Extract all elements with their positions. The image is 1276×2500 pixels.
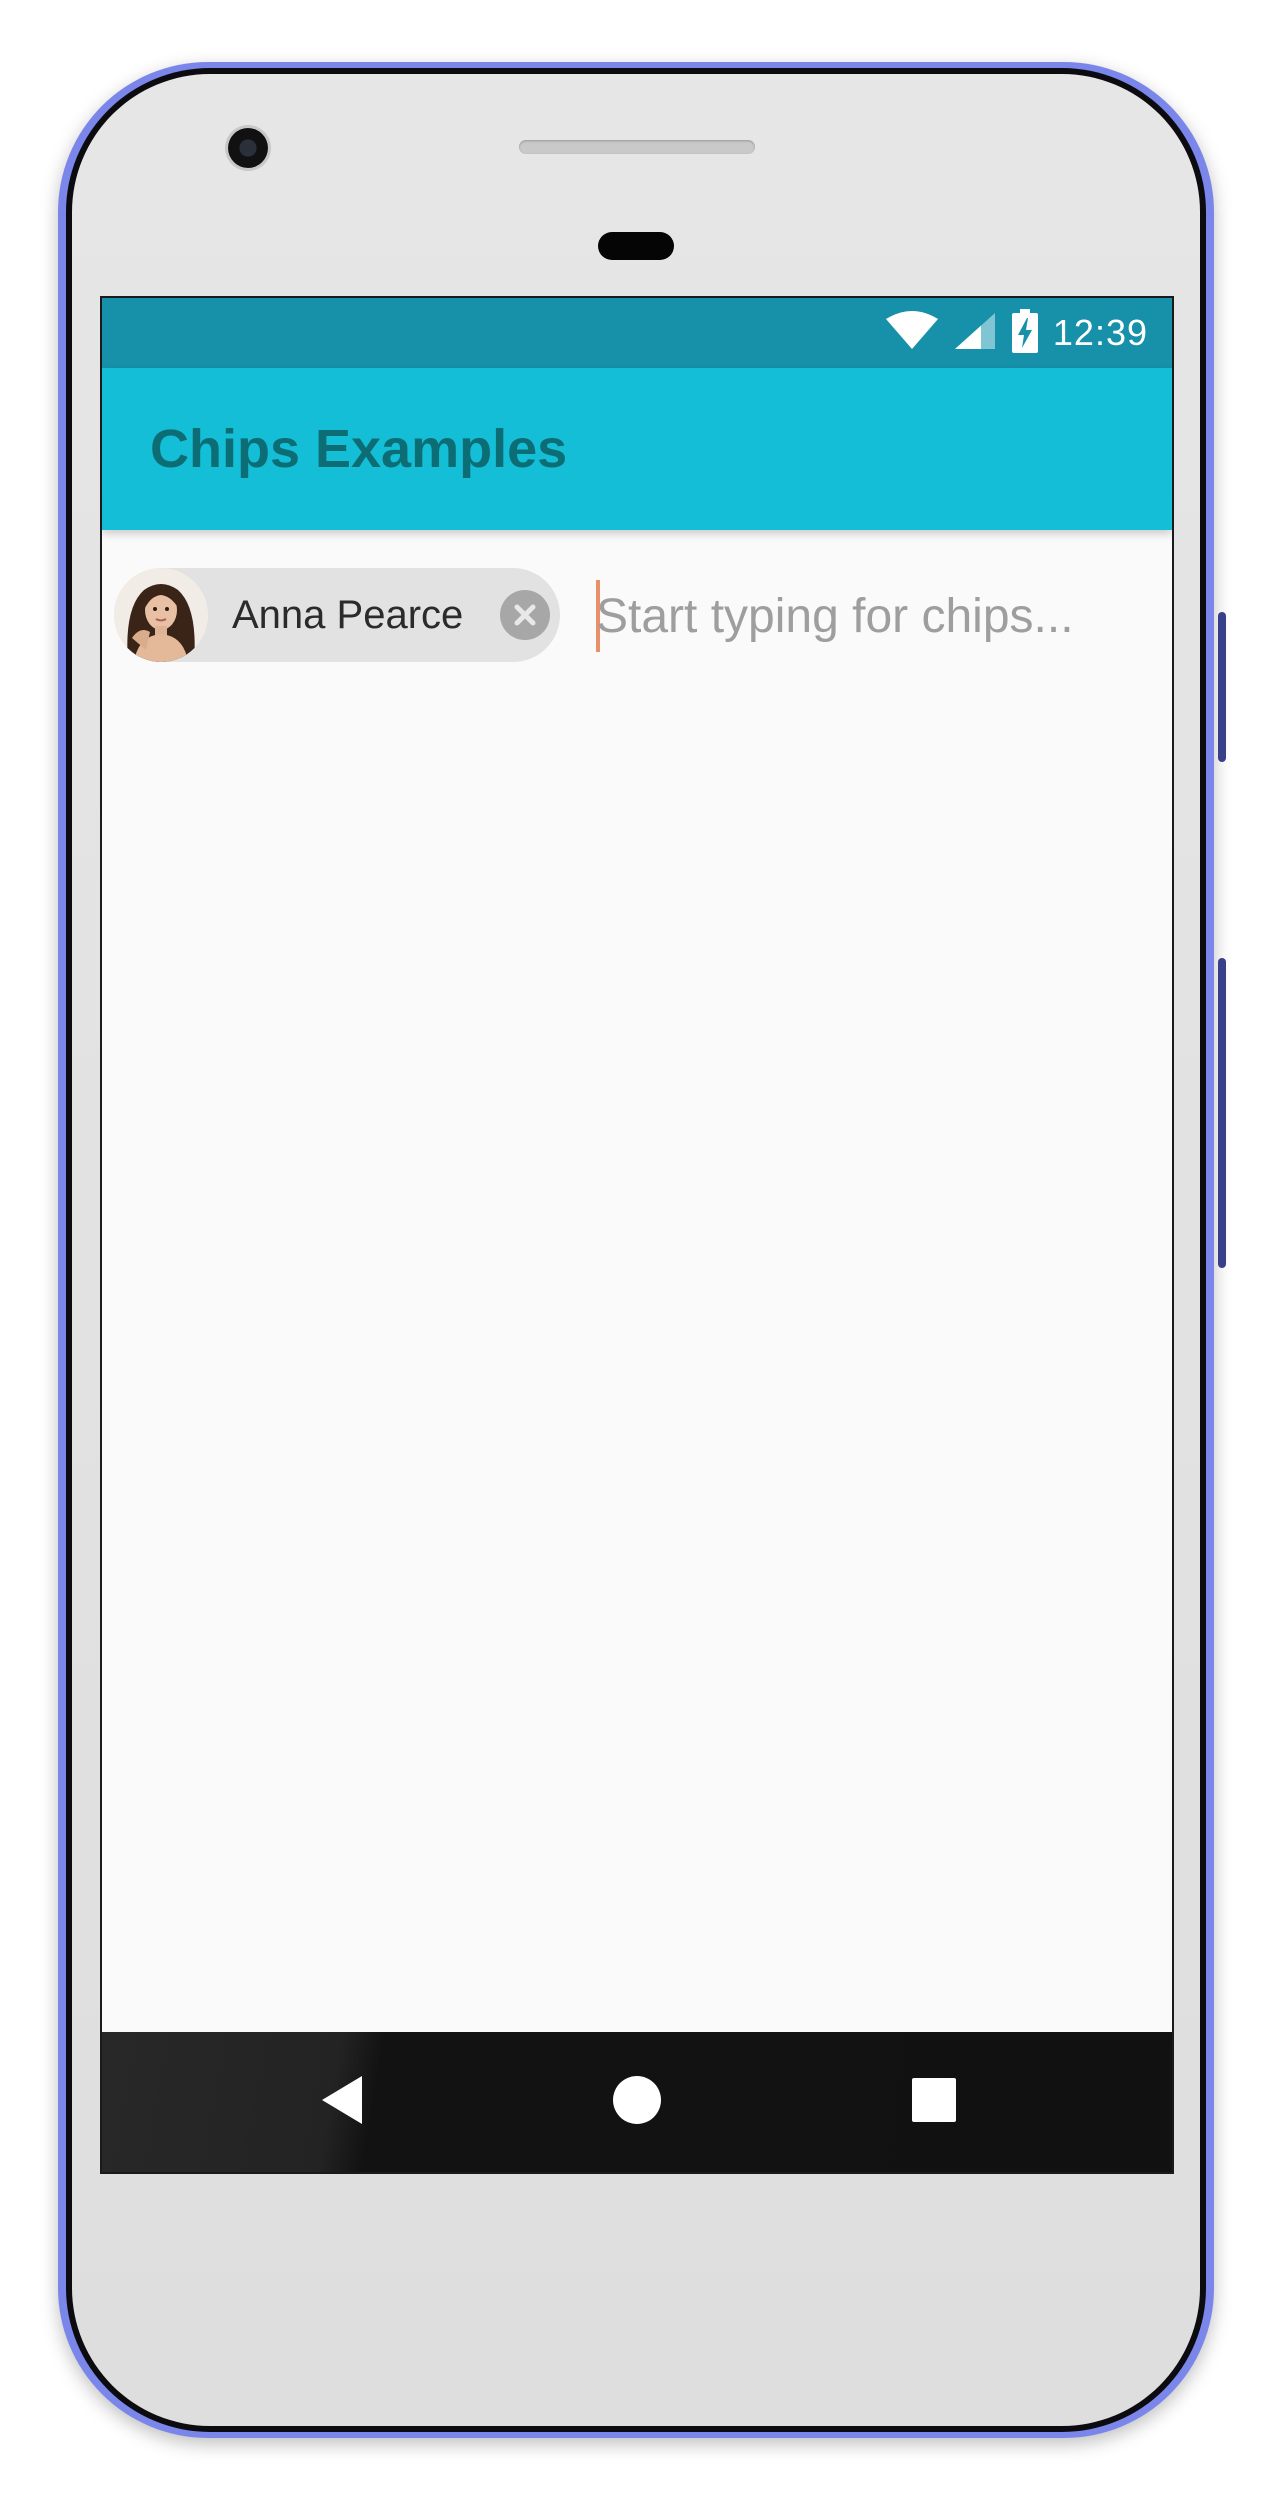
front-camera bbox=[228, 128, 268, 168]
chips-input[interactable] bbox=[596, 574, 1156, 658]
wifi-icon bbox=[885, 310, 939, 356]
cell-signal-icon bbox=[953, 311, 997, 356]
status-bar: 12:39 bbox=[102, 298, 1172, 368]
chip-label: Anna Pearce bbox=[232, 592, 464, 637]
volume-button bbox=[1218, 958, 1226, 1268]
power-button bbox=[1218, 612, 1226, 762]
chips-input-container[interactable] bbox=[596, 574, 1156, 658]
contact-chip[interactable]: Anna Pearce bbox=[114, 568, 560, 662]
avatar bbox=[114, 568, 208, 662]
screen: 12:39 Chips Examples Anna Pearce bbox=[102, 298, 1172, 2172]
back-button[interactable] bbox=[282, 2032, 402, 2172]
close-icon[interactable] bbox=[500, 590, 550, 640]
battery-charging-icon bbox=[1011, 308, 1039, 358]
home-icon bbox=[611, 2074, 663, 2131]
status-icons: 12:39 bbox=[885, 298, 1148, 368]
navigation-bar bbox=[102, 2032, 1172, 2172]
recents-button[interactable] bbox=[874, 2032, 994, 2172]
app-bar: Chips Examples bbox=[102, 368, 1172, 530]
status-time: 12:39 bbox=[1052, 312, 1148, 353]
earpiece-speaker bbox=[519, 140, 755, 154]
recents-icon bbox=[911, 2077, 957, 2128]
home-button[interactable] bbox=[577, 2032, 697, 2172]
back-icon bbox=[318, 2074, 366, 2131]
proximity-sensor bbox=[598, 232, 674, 260]
page-title: Chips Examples bbox=[150, 419, 568, 479]
